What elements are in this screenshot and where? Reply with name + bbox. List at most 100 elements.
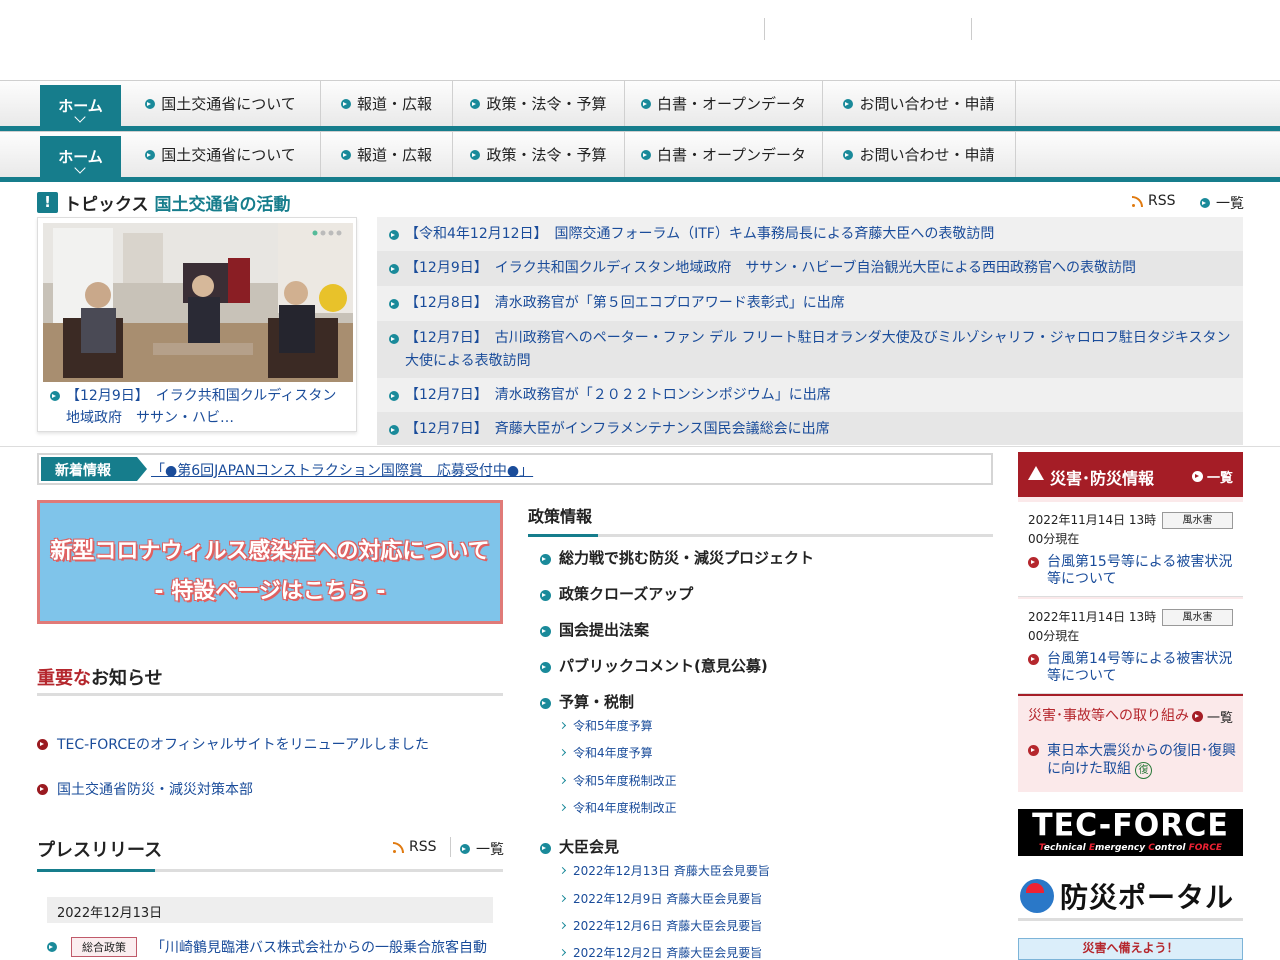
news-link[interactable]: 「●第6回JAPANコンストラクション国際賞 応募受付中●」 [151,460,533,480]
nav-item-about[interactable]: 国土交通省について [121,132,321,177]
prepare-banner[interactable]: 災害へ備えよう！ [1018,938,1243,960]
policy-sub-item[interactable]: 令和5年度予算 [558,717,653,734]
topic-row[interactable]: 【令和4年12月12日】 国際交通フォーラム（ITF）キム事務局長による斉藤大臣… [377,217,1243,251]
topic-row[interactable]: 【12月7日】 清水政務官が「２０２２トロンシンポジウム」に出席 [377,378,1243,412]
press-link[interactable]: 「川崎鶴見臨港バス株式会社からの一般乗合旅客自動 [151,937,487,957]
portal-logo-icon [1020,878,1054,913]
disaster-link[interactable]: 台風第14号等による被害状況等について [1047,651,1238,685]
policy-sub-item[interactable]: 令和4年度予算 [558,744,653,761]
topic-link[interactable]: 【令和4年12月12日】 国際交通フォーラム（ITF）キム事務局長による斉藤大臣… [405,223,994,246]
news-ticker: 新着情報 「●第6回JAPANコンストラクション国際賞 応募受付中●」 [37,453,993,485]
topics-rss-link[interactable]: RSS [1132,193,1176,209]
minister-item[interactable]: 2022年12月13日 斉藤大臣会見要旨 [558,862,770,879]
minister-link[interactable]: 2022年12月2日 斉藤大臣会見要旨 [573,944,762,960]
arrow-bullet-icon [145,98,156,109]
corona-banner[interactable]: 新型コロナウィルス感染症への対応について - 特設ページはこちら - [37,500,503,624]
policy-item[interactable]: 総力戦で挑む防災・減災プロジェクト [540,547,814,568]
topic-row[interactable]: 【12月7日】 斉藤大臣がインフラメンテナンス国民会議総会に出席 [377,412,1243,445]
minister-link[interactable]: 2022年12月9日 斉藤大臣会見要旨 [573,890,762,907]
nav-item-policy[interactable]: 政策・法令・予算 [453,81,625,126]
disaster-link[interactable]: 台風第15号等による被害状況等について [1047,554,1238,588]
arrow-bullet-icon [340,149,351,160]
minister-title[interactable]: 大臣会見 [540,836,619,857]
topics-list-link[interactable]: 一覧 [1200,193,1244,213]
minister-item[interactable]: 2022年12月6日 斉藤大臣会見要旨 [558,917,762,934]
policy-sub-link[interactable]: 令和4年度予算 [573,744,653,761]
topics-subtitle: 国土交通省の活動 [154,194,291,215]
important-item[interactable]: 国土交通省防災・減災対策本部 [37,779,253,799]
important-link[interactable]: TEC-FORCEのオフィシャルサイトをリニューアルしました [57,734,429,754]
topic-link[interactable]: 【12月9日】 イラク共和国クルディスタン地域政府 ササン・ハビーブ自治観光大臣… [405,257,1136,280]
nav-item-about[interactable]: 国土交通省について [121,81,321,126]
exclamation-icon: ! [37,191,58,213]
rss-icon [1132,195,1143,207]
policy-sub-item[interactable]: 令和5年度税制改正 [558,772,677,789]
arrow-bullet-icon [47,942,57,952]
nav-item-contact[interactable]: お問い合わせ・申請 [823,81,1016,126]
topic-row[interactable]: 【12月9日】 イラク共和国クルディスタン地域政府 ササン・ハビーブ自治観光大臣… [377,251,1243,286]
policy-item[interactable]: 政策クローズアップ [540,583,693,604]
disaster-efforts-header: 災害･事故等への取り組み 一覧 [1018,694,1243,730]
nav-item-whitepaper[interactable]: 白書・オープンデータ [625,81,823,126]
disaster-list-link[interactable]: 一覧 [1191,467,1233,486]
topic-link[interactable]: 【12月7日】 斉藤大臣がインフラメンテナンス国民会議総会に出席 [405,418,830,441]
policy-sub-link[interactable]: 令和5年度税制改正 [573,772,677,789]
press-title: プレスリリース [37,840,163,861]
chevron-right-icon [558,866,567,875]
recovery-item[interactable]: 東日本大震災からの復旧･復興に向けた取組復 [1028,742,1238,779]
arrow-bullet-icon [843,149,854,160]
press-row[interactable]: 総合政策 「川崎鶴見臨港バス株式会社からの一般乗合旅客自動 [47,937,487,957]
nav-item-policy[interactable]: 政策・法令・予算 [453,132,625,177]
minister-link[interactable]: 2022年12月6日 斉藤大臣会見要旨 [573,917,762,934]
disaster-card: 2022年11月14日 13時00分現在 風水害 台風第14号等による被害状況等… [1018,599,1243,694]
policy-title: 政策情報 [528,507,593,526]
minister-item[interactable]: 2022年12月9日 斉藤大臣会見要旨 [558,890,762,907]
header-divider [764,18,765,40]
arrow-bullet-icon [389,391,399,401]
portal-title: 防災ポータル [1060,880,1235,914]
important-link[interactable]: 国土交通省防災・減災対策本部 [57,779,253,799]
arrow-bullet-icon [1028,654,1039,665]
nav-item-contact[interactable]: お問い合わせ・申請 [823,132,1016,177]
policy-sub-link[interactable]: 令和4年度税制改正 [573,799,677,816]
policy-item[interactable]: 国会提出法案 [540,619,649,640]
topic-feature-card[interactable]: 【12月9日】 イラク共和国クルディスタン地域政府 ササン・ハビ… [37,217,357,432]
topic-feature-caption[interactable]: 【12月9日】 イラク共和国クルディスタン地域政府 ササン・ハビ… [50,385,350,429]
disaster-portal-banner[interactable]: 防災ポータル [1018,873,1243,921]
nav-home-tab[interactable]: ホーム [40,85,121,126]
topic-row[interactable]: 【12月8日】 清水政務官が「第５回エコプロアワード表彰式」に出席 [377,286,1243,321]
press-rss-link[interactable]: RSS [393,839,437,855]
site-header [0,0,1280,80]
nav-item-whitepaper[interactable]: 白書・オープンデータ [625,132,823,177]
disaster-date: 2022年11月14日 13時00分現在 [1028,513,1157,546]
topic-link[interactable]: 【12月7日】 清水政務官が「２０２２トロンシンポジウム」に出席 [405,384,831,407]
section-rule [37,693,503,696]
disaster-card: 2022年11月14日 13時00分現在 風水害 台風第15号等による被害状況等… [1018,502,1243,597]
efforts-list-link[interactable]: 一覧 [1191,707,1233,726]
category-tag: 総合政策 [71,937,137,957]
chevron-right-icon [558,948,567,957]
policy-item[interactable]: 予算・税制 [540,691,634,712]
nav-home-tab[interactable]: ホーム [40,136,121,177]
topics-header: ! トピックス 国土交通省の活動 [37,190,291,215]
minister-link[interactable]: 2022年12月13日 斉藤大臣会見要旨 [573,862,770,879]
topic-link[interactable]: 【12月8日】 清水政務官が「第５回エコプロアワード表彰式」に出席 [405,292,845,315]
topic-feature-link[interactable]: 【12月9日】 イラク共和国クルディスタン地域政府 ササン・ハビ… [66,385,350,429]
minister-item[interactable]: 2022年12月2日 斉藤大臣会見要旨 [558,944,762,960]
important-title: 重要なお知らせ [37,668,163,689]
policy-item[interactable]: パブリックコメント(意見公募) [540,655,768,676]
arrow-bullet-icon [843,98,854,109]
nav-item-press[interactable]: 報道・広報 [321,132,453,177]
tec-force-banner[interactable]: TEC-FORCE Technical Emergency Control FO… [1018,808,1243,856]
disaster-item[interactable]: 台風第14号等による被害状況等について [1028,651,1238,685]
topic-link[interactable]: 【12月7日】 古川政務官へのペーター・ファン デル フリート駐日オランダ大使及… [405,327,1233,373]
corona-banner-line1: 新型コロナウィルス感染症への対応について [50,539,490,564]
policy-sub-item[interactable]: 令和4年度税制改正 [558,799,677,816]
press-list-link[interactable]: 一覧 [460,839,504,859]
policy-sub-link[interactable]: 令和5年度予算 [573,717,653,734]
arrow-bullet-icon [389,299,399,309]
nav-item-press[interactable]: 報道・広報 [321,81,453,126]
important-item[interactable]: TEC-FORCEのオフィシャルサイトをリニューアルしました [37,734,429,754]
topic-row[interactable]: 【12月7日】 古川政務官へのペーター・ファン デル フリート駐日オランダ大使及… [377,321,1243,378]
disaster-item[interactable]: 台風第15号等による被害状況等について [1028,554,1238,588]
